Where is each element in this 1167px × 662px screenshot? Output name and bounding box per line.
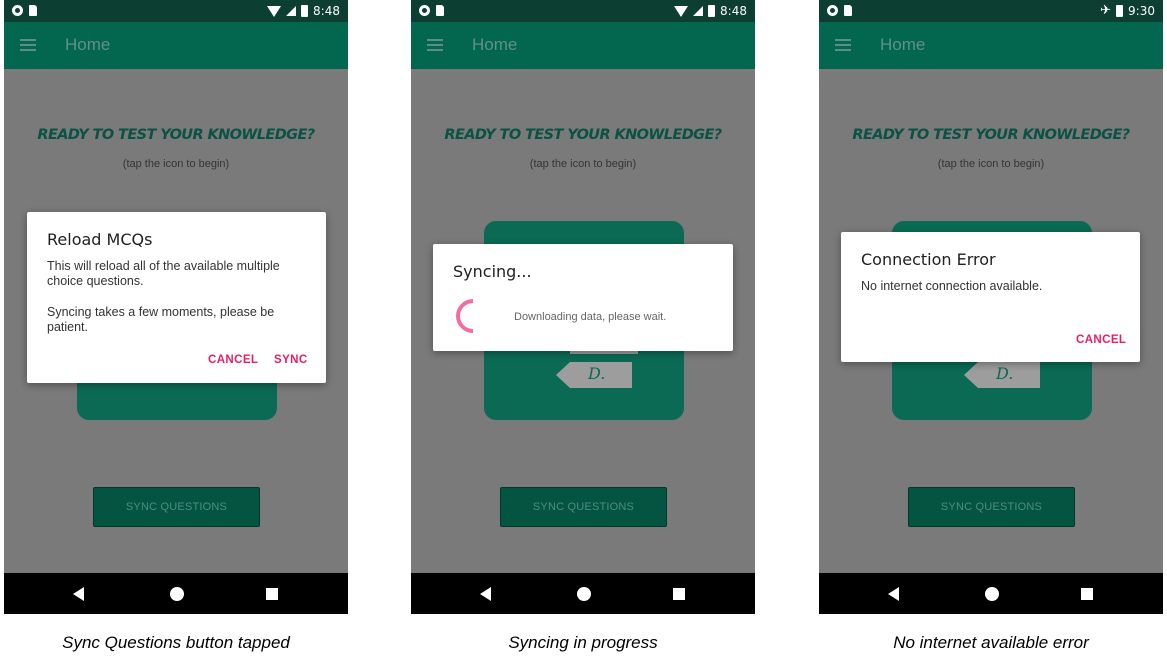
answer-option-label: D. bbox=[588, 364, 606, 383]
menu-icon[interactable] bbox=[427, 39, 443, 51]
answer-option-tag: D. bbox=[964, 362, 1040, 388]
battery-icon bbox=[1116, 5, 1124, 17]
answer-option-label: D. bbox=[996, 364, 1014, 383]
notification-icon bbox=[419, 5, 430, 16]
menu-icon[interactable] bbox=[20, 39, 36, 51]
back-icon[interactable] bbox=[888, 587, 899, 601]
dialog-message-secondary: Syncing takes a few moments, please be p… bbox=[47, 305, 275, 334]
navigation-bar bbox=[411, 573, 755, 614]
dialog-title: Reload MCQs bbox=[47, 230, 153, 249]
home-icon[interactable] bbox=[170, 587, 184, 601]
status-bar: ✈ 9:30 bbox=[819, 0, 1163, 22]
cancel-button[interactable]: CANCEL bbox=[1076, 334, 1126, 346]
status-time: 8:48 bbox=[313, 4, 340, 18]
dialog-message: This will reload all of the available mu… bbox=[47, 259, 280, 288]
hero-subtitle: (tap the icon to begin) bbox=[122, 158, 230, 170]
navigation-bar bbox=[4, 573, 348, 614]
home-icon[interactable] bbox=[577, 587, 591, 601]
hero-subtitle: (tap the icon to begin) bbox=[937, 158, 1045, 170]
battery-icon bbox=[301, 5, 309, 17]
wifi-icon bbox=[267, 5, 282, 17]
airplane-icon: ✈ bbox=[1100, 3, 1112, 18]
dialog-title: Connection Error bbox=[861, 250, 996, 269]
phone-screen-syncing: 8:48 Home READY TO TEST YOUR KNOWLEDGE? … bbox=[411, 0, 755, 614]
connection-error-dialog: Connection Error No internet connection … bbox=[841, 232, 1140, 362]
sync-questions-button[interactable]: SYNC QUESTIONS bbox=[908, 487, 1075, 527]
recent-apps-icon[interactable] bbox=[1081, 588, 1093, 600]
home-icon[interactable] bbox=[985, 587, 999, 601]
status-bar: 8:48 bbox=[411, 0, 755, 22]
sync-questions-button[interactable]: SYNC QUESTIONS bbox=[500, 487, 667, 527]
wifi-icon bbox=[674, 5, 689, 17]
hero-subtitle: (tap the icon to begin) bbox=[529, 158, 637, 170]
dialog-message: No internet connection available. bbox=[861, 279, 1043, 293]
app-bar: Home bbox=[819, 22, 1163, 69]
answer-option-tag: D. bbox=[556, 362, 632, 388]
menu-icon[interactable] bbox=[835, 39, 851, 51]
dialog-title: Syncing... bbox=[453, 262, 532, 281]
recent-apps-icon[interactable] bbox=[266, 588, 278, 600]
signal-icon bbox=[286, 6, 297, 16]
caption-reload-dialog: Sync Questions button tapped bbox=[62, 633, 290, 652]
caption-syncing: Syncing in progress bbox=[508, 633, 658, 652]
phone-screen-reload-dialog: 8:48 Home READY TO TEST YOUR KNOWLEDGE? … bbox=[4, 0, 348, 614]
hero-title: READY TO TEST YOUR KNOWLEDGE? bbox=[444, 127, 722, 143]
back-icon[interactable] bbox=[480, 587, 491, 601]
recent-apps-icon[interactable] bbox=[673, 588, 685, 600]
hero-title: READY TO TEST YOUR KNOWLEDGE? bbox=[37, 127, 315, 143]
loading-spinner bbox=[448, 291, 498, 341]
phone-screen-connection-error: ✈ 9:30 Home READY TO TEST YOUR KNOWLEDGE… bbox=[819, 0, 1163, 614]
status-time: 9:30 bbox=[1128, 4, 1155, 18]
signal-icon bbox=[693, 6, 704, 16]
app-title: Home bbox=[880, 35, 926, 54]
back-icon[interactable] bbox=[73, 587, 84, 601]
app-title: Home bbox=[472, 35, 518, 54]
cancel-button[interactable]: CANCEL bbox=[208, 354, 258, 366]
status-time: 8:48 bbox=[720, 4, 747, 18]
navigation-bar bbox=[819, 573, 1163, 614]
sd-card-icon bbox=[29, 5, 37, 16]
sync-button[interactable]: SYNC bbox=[274, 354, 308, 366]
app-bar: Home bbox=[4, 22, 348, 69]
sd-card-icon bbox=[844, 5, 852, 16]
caption-connection-error: No internet available error bbox=[893, 633, 1089, 652]
dialog-message: Downloading data, please wait. bbox=[514, 311, 667, 323]
hero-title: READY TO TEST YOUR KNOWLEDGE? bbox=[852, 127, 1130, 143]
sd-card-icon bbox=[436, 5, 444, 16]
notification-icon bbox=[12, 5, 23, 16]
syncing-dialog: Syncing... Downloading data, please wait… bbox=[433, 244, 733, 351]
app-bar: Home bbox=[411, 22, 755, 69]
sync-questions-button[interactable]: SYNC QUESTIONS bbox=[93, 487, 260, 527]
status-bar: 8:48 bbox=[4, 0, 348, 22]
notification-icon bbox=[827, 5, 838, 16]
battery-icon bbox=[708, 5, 716, 17]
app-title: Home bbox=[65, 35, 111, 54]
reload-mcqs-dialog: Reload MCQs This will reload all of the … bbox=[27, 212, 326, 383]
